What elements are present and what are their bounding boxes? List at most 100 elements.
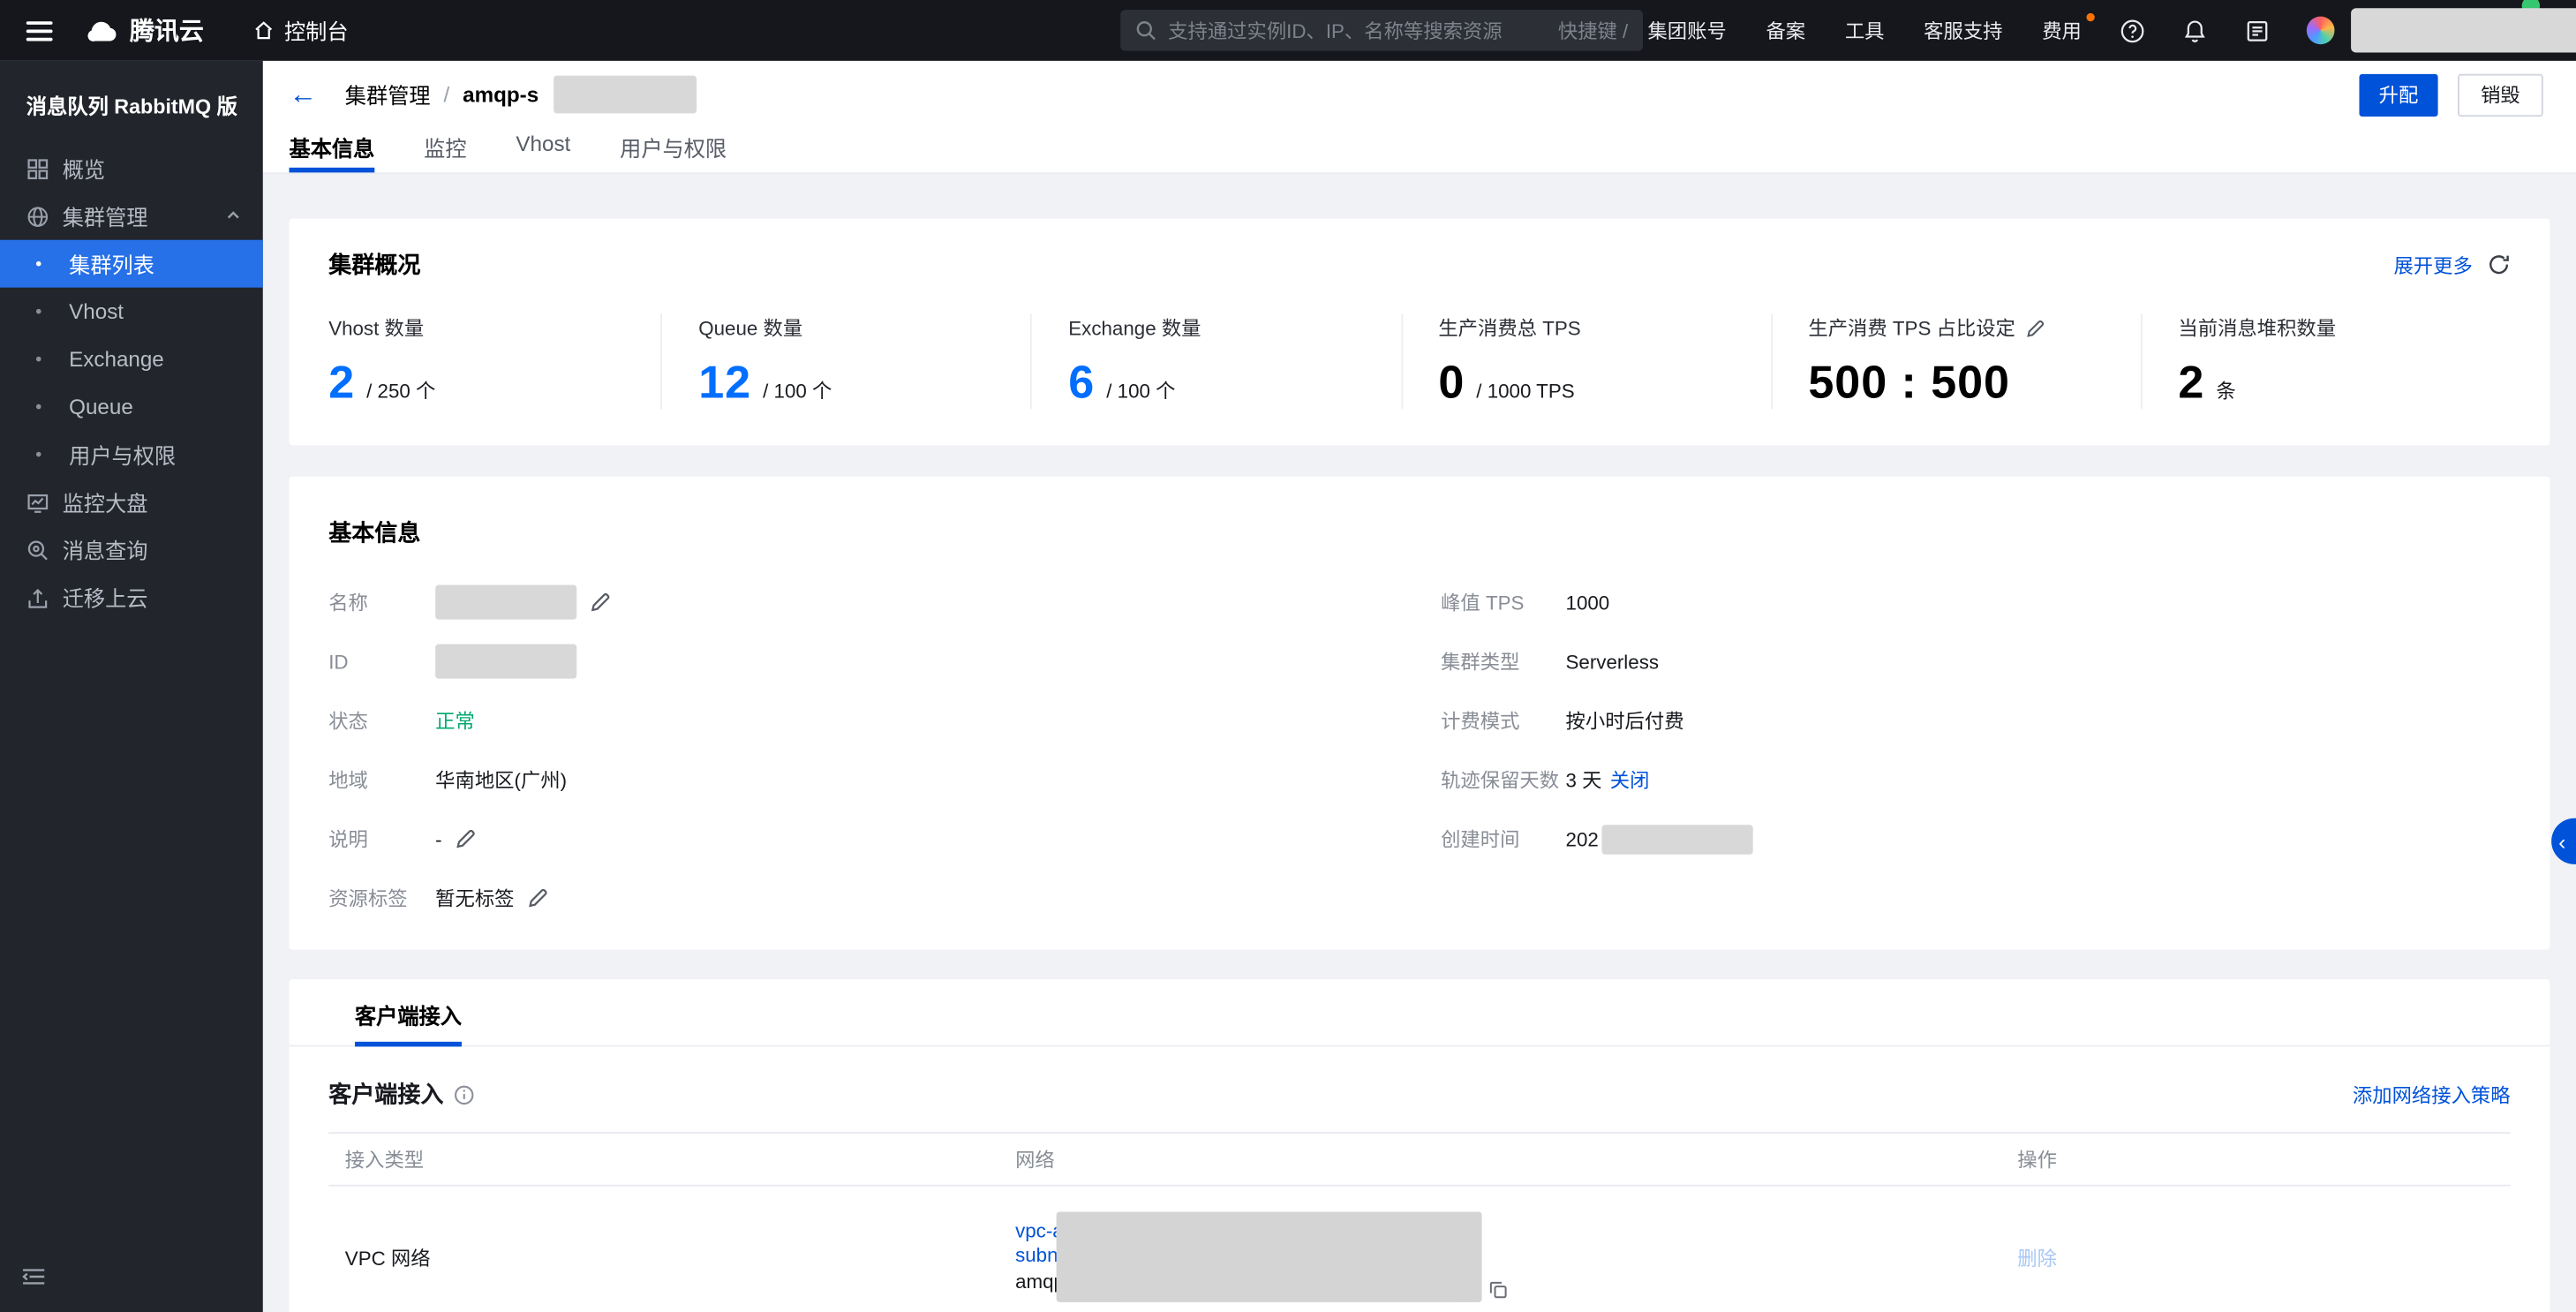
info-row-tags: 资源标签 暂无标签 [328, 881, 1441, 916]
sidebar-item-monitor-dashboard[interactable]: 监控大盘 [0, 479, 263, 526]
refresh-icon[interactable] [2488, 253, 2511, 276]
stat-message-backlog: 当前消息堆积数量 2条 [2141, 313, 2511, 409]
stat-value: 2 [328, 357, 355, 410]
tab-users-perms[interactable]: 用户与权限 [620, 128, 727, 172]
delete-policy-link[interactable]: 删除 [2017, 1247, 2057, 1270]
tab-monitor[interactable]: 监控 [424, 128, 466, 172]
sidebar-item-vhost[interactable]: Vhost [0, 288, 263, 336]
tab-vhost[interactable]: Vhost [516, 128, 570, 172]
topbar: 腾讯云 控制台 快捷键 / 集团账号 备案 工具 客服支持 费用 [0, 0, 2576, 61]
assistant-logo [2306, 17, 2334, 45]
bullet-icon [36, 261, 41, 267]
table-header-row: 接入类型 网络 操作 [328, 1133, 2510, 1187]
stat-suffix: / 100 个 [763, 376, 832, 404]
field-label: 创建时间 [1441, 826, 1565, 854]
breadcrumb-cluster-mgmt[interactable]: 集群管理 [345, 79, 431, 109]
stat-suffix: / 250 个 [366, 376, 435, 404]
cluster-overview-card: 集群概况 展开更多 Vhost 数量 2/ 250 个 Queue 数量 12/… [290, 219, 2550, 446]
migrate-icon [26, 585, 49, 608]
edit-tags-icon[interactable] [527, 887, 548, 909]
notification-bell-icon[interactable] [2164, 0, 2226, 61]
nav-billing[interactable]: 费用 [2022, 0, 2101, 61]
stat-label: Queue 数量 [698, 313, 802, 342]
back-button[interactable]: ← [290, 80, 318, 109]
nav-tools[interactable]: 工具 [1825, 0, 1903, 61]
col-action: 操作 [2017, 1145, 2510, 1173]
stat-value: 6 [1068, 357, 1095, 410]
field-value: Serverless [1566, 650, 1659, 673]
info-row-peak-tps: 峰值 TPS 1000 [1441, 585, 2511, 620]
assistant-icon[interactable] [2288, 0, 2351, 61]
access-tabbar: 客户端接入 [290, 980, 2550, 1047]
nav-support[interactable]: 客服支持 [1904, 0, 2022, 61]
info-row-status: 状态 正常 [328, 704, 1441, 738]
stat-tps-ratio: 生产消费 TPS 占比设定 500 : 500 [1771, 313, 2141, 409]
col-network: 网络 [1015, 1134, 2017, 1185]
collapse-sidebar-icon[interactable] [17, 1262, 51, 1296]
field-value: 3 天 [1566, 766, 1602, 795]
sidebar-item-users-perms[interactable]: 用户与权限 [0, 431, 263, 479]
stat-label: 当前消息堆积数量 [2178, 313, 2336, 342]
edit-description-icon[interactable] [455, 828, 476, 849]
field-value: 华南地区(广州) [435, 766, 567, 795]
sidebar-item-exchange[interactable]: Exchange [0, 336, 263, 383]
close-trace-link[interactable]: 关闭 [1610, 766, 1650, 795]
sidebar-group-cluster-mgmt[interactable]: 集群管理 [0, 192, 263, 240]
feedback-panel-icon[interactable] [2226, 0, 2289, 61]
sidebar-item-cluster-list[interactable]: 集群列表 [0, 240, 263, 288]
help-icon[interactable] [2101, 0, 2164, 61]
dashboard-icon [26, 491, 49, 514]
nav-icp-filing[interactable]: 备案 [1746, 0, 1825, 61]
tab-client-access[interactable]: 客户端接入 [355, 980, 462, 1045]
billing-badge-dot [2086, 13, 2094, 21]
sidebar-item-message-query[interactable]: 消息查询 [0, 526, 263, 574]
message-query-icon [26, 538, 49, 561]
bullet-icon [36, 357, 41, 362]
sidebar-item-overview[interactable]: 概览 [0, 145, 263, 192]
brand-name: 腾讯云 [130, 13, 204, 48]
field-label: 集群类型 [1441, 648, 1565, 676]
access-type-cell: VPC 网络 [328, 1243, 1015, 1271]
stat-value: 2 [2178, 357, 2204, 410]
field-value: - [435, 827, 441, 850]
breadcrumb-row: ← 集群管理 / amqp-s 升配 销毁 [263, 61, 2576, 128]
sidebar-item-label: 迁移上云 [63, 582, 148, 613]
stat-suffix: / 100 个 [1106, 376, 1175, 404]
sidebar-item-label: Queue [69, 395, 133, 419]
nav-group-account[interactable]: 集团账号 [1628, 0, 1746, 61]
copy-icon[interactable] [1488, 1280, 1508, 1305]
cluster-icon [26, 205, 49, 228]
chevron-up-icon [225, 207, 242, 223]
shortcut-hint: 快捷键 / [1558, 17, 1628, 45]
console-link[interactable]: 控制台 [253, 15, 349, 46]
redacted-instance-id [554, 76, 697, 114]
field-value: 1000 [1566, 591, 1610, 614]
sidebar-item-label: 概览 [63, 153, 105, 184]
sidebar-item-label: Exchange [69, 347, 164, 372]
tab-basic-info[interactable]: 基本信息 [290, 128, 375, 172]
sidebar-item-migrate[interactable]: 迁移上云 [0, 573, 263, 621]
add-network-policy-link[interactable]: 添加网络接入策略 [2353, 1081, 2511, 1109]
card-title: 集群概况 [328, 248, 420, 281]
col-access-type: 接入类型 [328, 1145, 1015, 1173]
info-icon[interactable] [454, 1084, 475, 1105]
stat-queue-count: Queue 数量 12/ 100 个 [660, 313, 1030, 409]
destroy-button[interactable]: 销毁 [2458, 73, 2543, 116]
brand-logo[interactable]: 腾讯云 [86, 13, 204, 48]
field-value: 按小时后付费 [1566, 707, 1684, 735]
upgrade-button[interactable]: 升配 [2359, 73, 2437, 116]
edit-name-icon[interactable] [590, 592, 611, 613]
bullet-icon [36, 452, 41, 457]
product-sidebar: 消息队列 RabbitMQ 版 概览 集群管理 集群列表 Vhost Excha… [0, 61, 263, 1312]
hamburger-menu-icon[interactable] [19, 14, 59, 47]
sidebar-item-queue[interactable]: Queue [0, 383, 263, 431]
edit-tps-ratio-icon[interactable] [2025, 318, 2045, 337]
stat-label: 生产消费 TPS 占比设定 [1808, 313, 2015, 342]
stat-label: Exchange 数量 [1068, 313, 1201, 342]
expand-more-link[interactable]: 展开更多 [2393, 251, 2510, 279]
console-label: 控制台 [284, 15, 349, 46]
stat-value: 500 : 500 [1808, 357, 2010, 410]
card-title: 基本信息 [328, 517, 2510, 549]
account-avatar-area[interactable] [2351, 0, 2576, 61]
search-input[interactable] [1168, 19, 1547, 41]
